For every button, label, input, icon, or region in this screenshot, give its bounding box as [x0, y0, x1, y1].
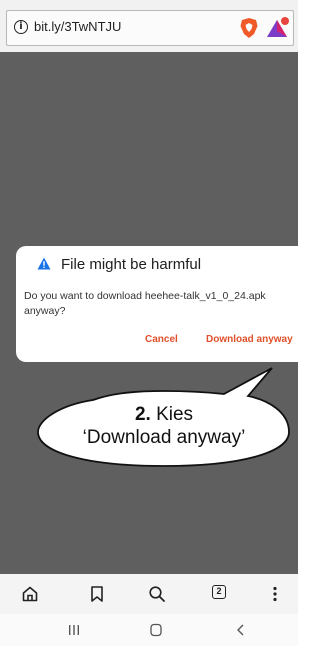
home-nav-icon[interactable]	[148, 623, 164, 637]
callout-text: 2. Kies ‘Download anyway’	[40, 403, 288, 449]
callout-line2: ‘Download anyway’	[82, 427, 246, 448]
system-nav-bar	[0, 614, 298, 646]
callout-bubble	[37, 367, 290, 467]
callout-step-number: 2.	[134, 404, 151, 425]
phone-screen: i bit.ly/3TwNTJU File might be harmful D…	[0, 0, 298, 646]
bottom-toolbar	[0, 574, 298, 614]
tabs-icon[interactable]: 2	[212, 585, 226, 599]
search-icon[interactable]	[148, 585, 166, 603]
callout-line1: Kies	[156, 404, 194, 425]
home-icon[interactable]	[21, 585, 39, 603]
bookmark-icon[interactable]	[88, 585, 106, 603]
back-icon[interactable]	[233, 623, 249, 637]
recents-icon[interactable]	[66, 623, 82, 637]
menu-icon[interactable]	[266, 585, 284, 603]
